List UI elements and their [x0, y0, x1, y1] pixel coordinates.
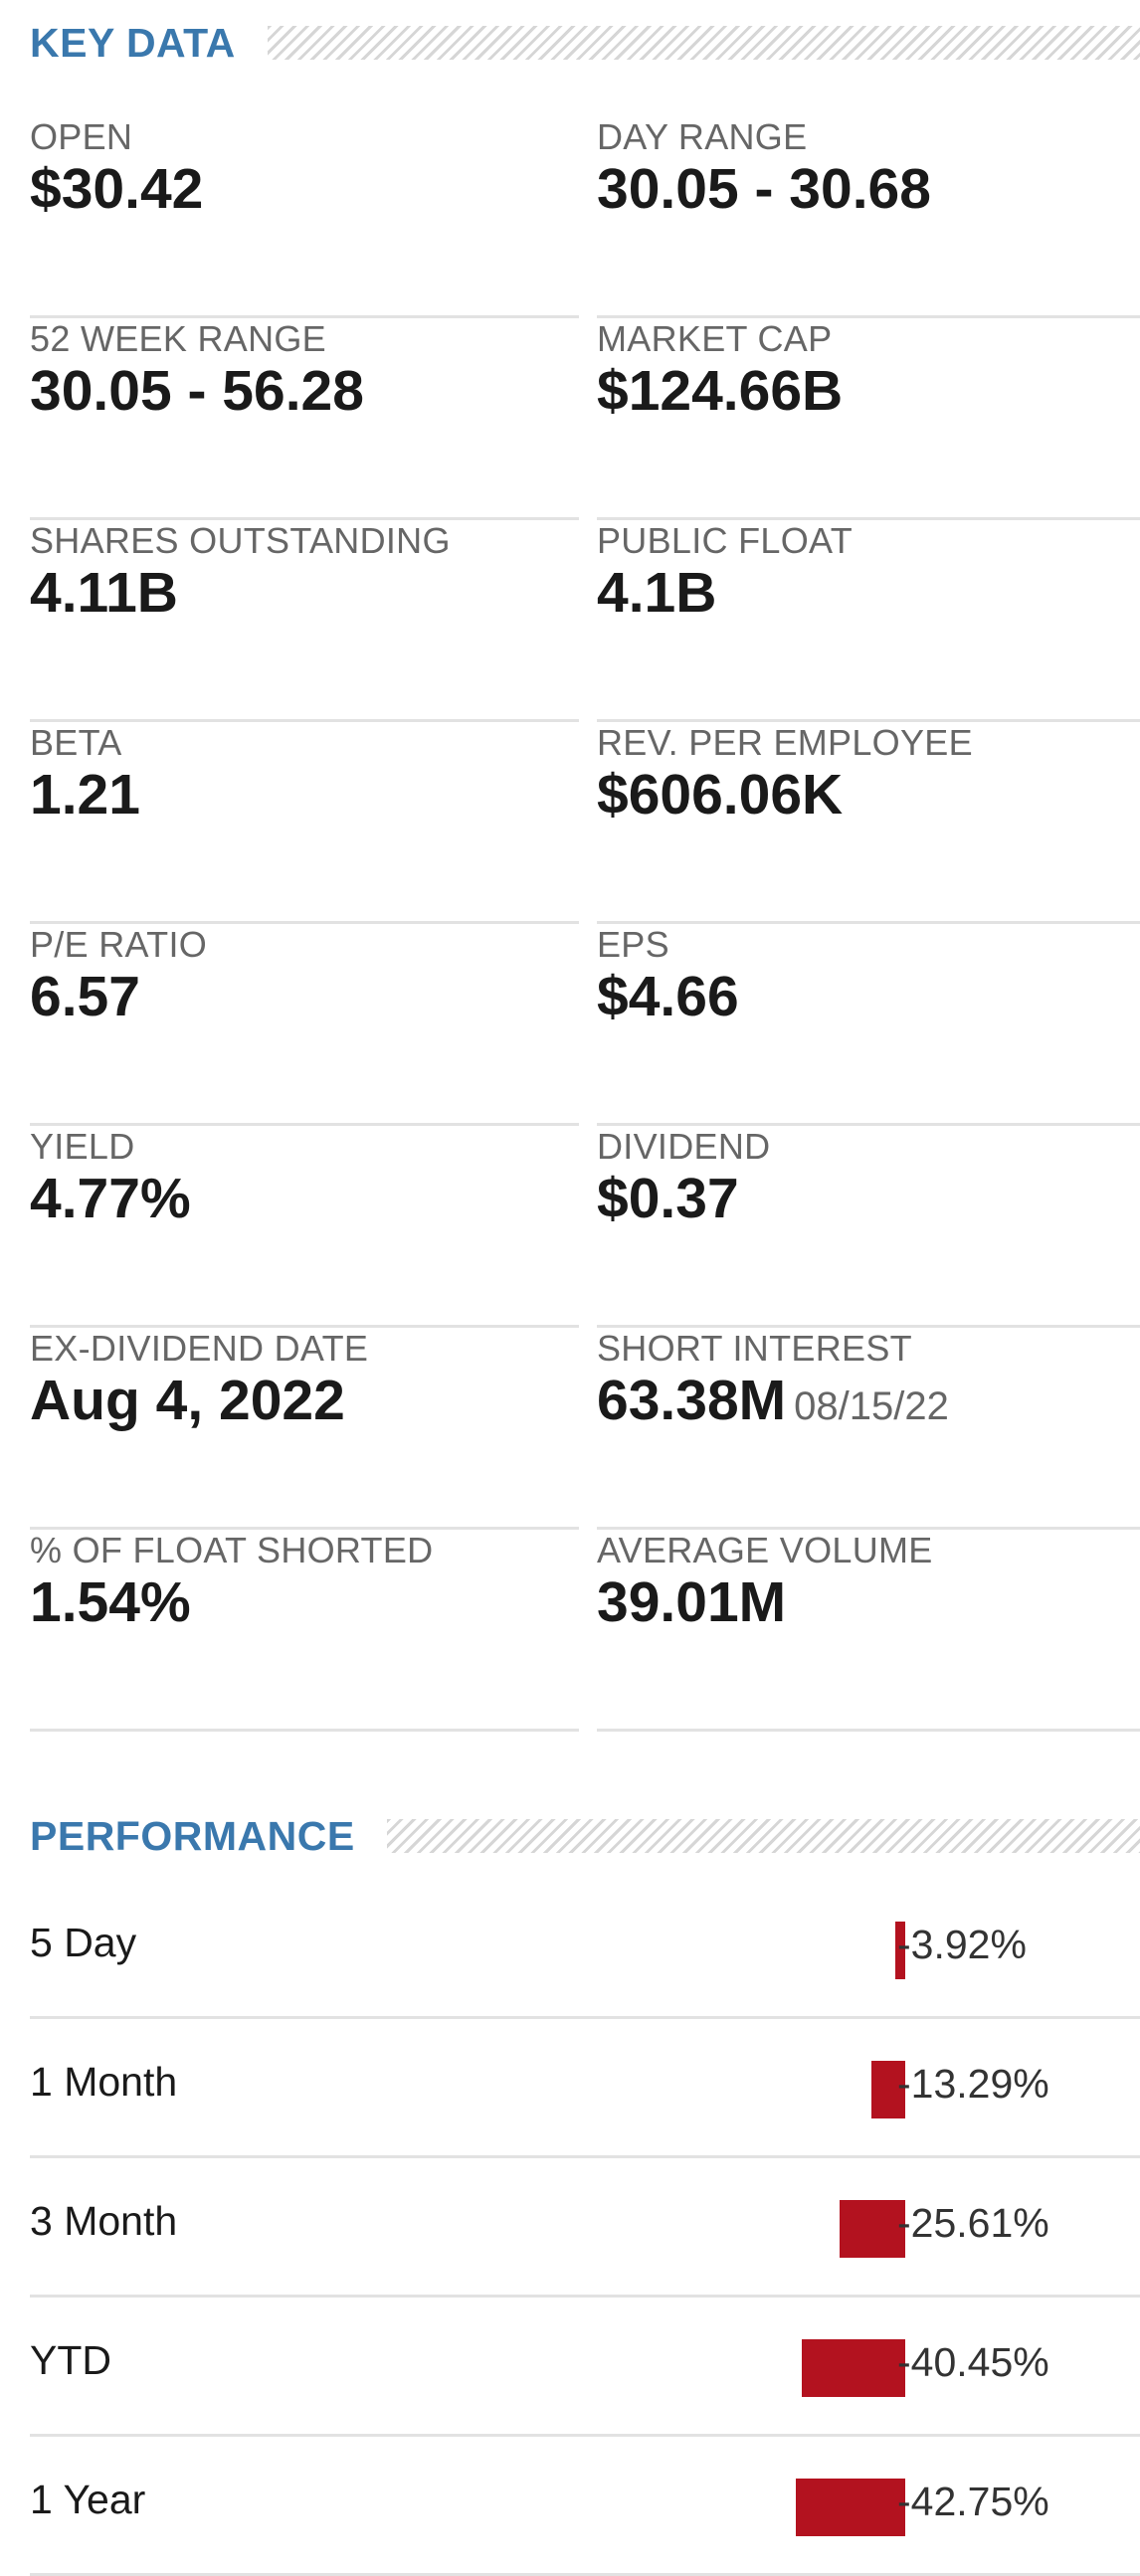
key-data-value: $30.42 [30, 157, 204, 221]
key-data-label: % OF FLOAT SHORTED [30, 1530, 434, 1570]
key-data-value: 4.1B [597, 561, 717, 625]
key-data-item-yield: YIELD 4.77% [30, 1126, 579, 1328]
key-data-label: SHORT INTEREST [597, 1328, 912, 1369]
key-data-label: YIELD [30, 1126, 135, 1167]
key-data-item-rev-per-employee: REV. PER EMPLOYEE $606.06K [597, 722, 1140, 924]
key-data-item-average-volume: AVERAGE VOLUME 39.01M [597, 1530, 1140, 1732]
performance-period-label: YTD [30, 2337, 111, 2383]
key-data-value: 4.11B [30, 561, 178, 625]
performance-list: 5 Day -3.92% 1 Month -13.29% 3 Month -25… [30, 1880, 1140, 2576]
key-data-label: EPS [597, 924, 669, 965]
key-data-value: 1.21 [30, 763, 140, 827]
key-data-value: $124.66B [597, 359, 844, 423]
performance-row-1-year: 1 Year -42.75% [30, 2437, 1140, 2576]
performance-bar [796, 2479, 905, 2536]
key-data-value: $4.66 [597, 965, 739, 1028]
performance-divider [386, 1819, 1140, 1853]
performance-bar [840, 2200, 905, 2258]
key-data-item-dividend: DIVIDEND $0.37 [597, 1126, 1140, 1328]
key-data-value: $0.37 [597, 1167, 739, 1230]
key-data-label: EX-DIVIDEND DATE [30, 1328, 369, 1369]
performance-value: -40.45% [897, 2339, 1049, 2385]
key-data-item-pe-ratio: P/E RATIO 6.57 [30, 924, 579, 1126]
performance-value: -42.75% [897, 2479, 1049, 2524]
key-data-title: KEY DATA [30, 19, 236, 66]
performance-row-ytd: YTD -40.45% [30, 2298, 1140, 2437]
performance-bar-track [607, 2339, 905, 2397]
performance-title: PERFORMANCE [30, 1812, 355, 1859]
key-data-label: REV. PER EMPLOYEE [597, 722, 973, 763]
key-data-value: 1.54% [30, 1570, 191, 1634]
key-data-item-eps: EPS $4.66 [597, 924, 1140, 1126]
key-data-item-52-week-range: 52 WEEK RANGE 30.05 - 56.28 [30, 318, 579, 520]
performance-row-5-day: 5 Day -3.92% [30, 1880, 1140, 2019]
performance-value: -13.29% [897, 2061, 1049, 2107]
key-data-item-market-cap: MARKET CAP $124.66B [597, 318, 1140, 520]
key-data-value: 30.05 - 56.28 [30, 359, 364, 423]
key-data-item-public-float: PUBLIC FLOAT 4.1B [597, 520, 1140, 722]
performance-bar-track [607, 1922, 905, 1979]
key-data-label: BETA [30, 722, 122, 763]
key-data-label: P/E RATIO [30, 924, 208, 965]
performance-value: -25.61% [897, 2200, 1049, 2246]
key-data-divider [267, 26, 1140, 60]
key-data-header: KEY DATA [0, 19, 1140, 66]
key-data-item-beta: BETA 1.21 [30, 722, 579, 924]
key-data-value: $606.06K [597, 763, 844, 827]
key-data-item-open: OPEN $30.42 [30, 116, 579, 318]
key-data-grid: OPEN $30.42 DAY RANGE 30.05 - 30.68 52 W… [30, 116, 1140, 1732]
performance-bar [802, 2339, 905, 2397]
key-data-value: 6.57 [30, 965, 140, 1028]
key-data-label: OPEN [30, 116, 133, 157]
key-data-item-ex-dividend-date: EX-DIVIDEND DATE Aug 4, 2022 [30, 1328, 579, 1530]
key-data-item-short-interest: SHORT INTEREST 63.38M 08/15/22 [597, 1328, 1140, 1530]
performance-row-1-month: 1 Month -13.29% [30, 2019, 1140, 2158]
performance-period-label: 3 Month [30, 2198, 178, 2244]
performance-bar-track [607, 2061, 905, 2118]
key-data-item-day-range: DAY RANGE 30.05 - 30.68 [597, 116, 1140, 318]
performance-period-label: 1 Month [30, 2059, 178, 2105]
key-data-label: AVERAGE VOLUME [597, 1530, 933, 1570]
performance-row-3-month: 3 Month -25.61% [30, 2158, 1140, 2298]
key-data-value: 4.77% [30, 1167, 191, 1230]
key-data-value-group: 63.38M 08/15/22 [597, 1368, 949, 1433]
key-data-label: 52 WEEK RANGE [30, 318, 326, 359]
key-data-value: Aug 4, 2022 [30, 1369, 345, 1432]
key-data-label: PUBLIC FLOAT [597, 520, 853, 561]
performance-header: PERFORMANCE [0, 1812, 1140, 1859]
key-data-item-float-shorted: % OF FLOAT SHORTED 1.54% [30, 1530, 579, 1732]
key-data-label: SHARES OUTSTANDING [30, 520, 451, 561]
key-data-label: DIVIDEND [597, 1126, 771, 1167]
performance-period-label: 5 Day [30, 1920, 137, 1965]
short-interest-date: 08/15/22 [794, 1384, 949, 1428]
key-data-label: DAY RANGE [597, 116, 808, 157]
key-data-value: 39.01M [597, 1570, 787, 1634]
performance-value: -3.92% [897, 1922, 1027, 1967]
key-data-item-shares-outstanding: SHARES OUTSTANDING 4.11B [30, 520, 579, 722]
key-data-value: 63.38M [597, 1369, 787, 1432]
performance-bar-track [607, 2200, 905, 2258]
performance-period-label: 1 Year [30, 2477, 146, 2522]
key-data-label: MARKET CAP [597, 318, 833, 359]
performance-bar-track [607, 2479, 905, 2536]
key-data-value: 30.05 - 30.68 [597, 157, 931, 221]
